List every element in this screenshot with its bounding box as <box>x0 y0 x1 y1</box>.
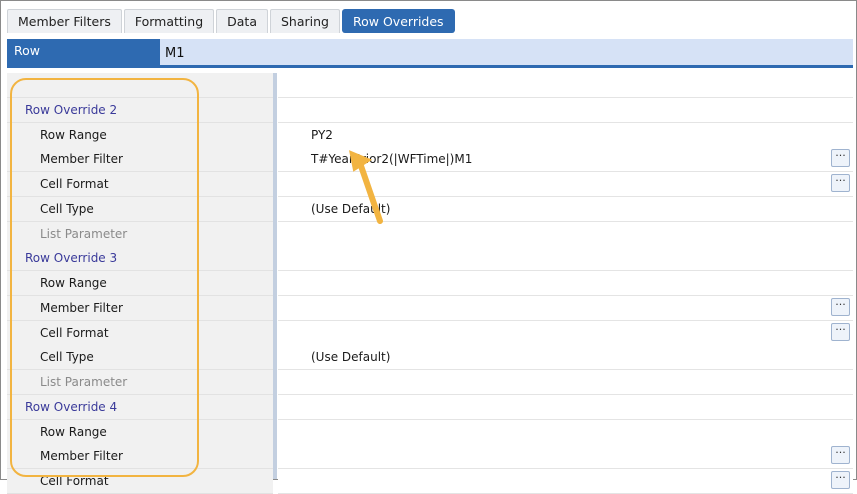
property-name-cell[interactable]: List Parameter <box>7 222 273 247</box>
property-value-cell[interactable] <box>278 246 853 271</box>
property-name-cell[interactable]: Cell Format <box>7 469 273 494</box>
ellipsis-button-icon[interactable]: ··· <box>831 149 850 167</box>
property-value-cell[interactable]: ··· <box>278 172 853 197</box>
property-value-cell[interactable]: (Use Default) <box>278 345 853 370</box>
property-name-cell[interactable]: Row Range <box>7 123 273 148</box>
property-row[interactable]: Cell Type (Use Default) <box>7 197 853 222</box>
property-value-cell[interactable]: ··· <box>278 296 853 321</box>
property-name-cell[interactable]: Cell Format <box>7 172 273 197</box>
property-label: List Parameter <box>40 375 128 389</box>
property-name-cell[interactable]: List Parameter <box>7 370 273 395</box>
property-name-cell[interactable] <box>7 73 273 98</box>
property-grid: Row Override 2 Row Range PY2 Member Filter T… <box>7 73 853 494</box>
tab-bar: Member Filters Formatting Data Sharing R… <box>7 9 455 34</box>
group-row[interactable]: Row Override 2 <box>7 98 853 123</box>
property-label: Cell Type <box>40 202 94 216</box>
property-row[interactable]: Cell Type (Use Default) <box>7 345 853 370</box>
property-name-cell[interactable]: Member Filter <box>7 296 273 321</box>
property-row[interactable]: Member Filter T#YearPrior2(|WFTime|)M1 ··· <box>7 147 853 172</box>
property-name-cell[interactable]: Row Override 4 <box>7 395 273 420</box>
group-label: Row Override 4 <box>25 400 118 414</box>
property-value-cell[interactable] <box>278 222 853 247</box>
property-row[interactable] <box>7 73 853 98</box>
property-name-cell[interactable]: Member Filter <box>7 444 273 469</box>
ellipsis-button-icon[interactable]: ··· <box>831 471 850 489</box>
group-row[interactable]: Row Override 3 <box>7 246 853 271</box>
property-row[interactable]: Row Range PY2 <box>7 123 853 148</box>
property-label: Member Filter <box>40 152 123 166</box>
property-row[interactable]: Cell Format ··· <box>7 469 853 494</box>
property-value: (Use Default) <box>311 350 391 364</box>
property-value: (Use Default) <box>311 202 391 216</box>
property-label: Member Filter <box>40 301 123 315</box>
row-header-label: Row <box>7 39 160 65</box>
property-label: Cell Format <box>40 177 109 191</box>
properties-panel: Member Filters Formatting Data Sharing R… <box>0 0 857 494</box>
tab-formatting[interactable]: Formatting <box>123 9 215 33</box>
property-name-cell[interactable]: Cell Type <box>7 345 273 370</box>
property-row[interactable]: List Parameter <box>7 370 853 395</box>
tab-data[interactable]: Data <box>216 9 268 33</box>
property-value-cell[interactable]: ··· <box>278 321 853 346</box>
property-name-cell[interactable]: Row Range <box>7 420 273 445</box>
property-row[interactable]: Member Filter ··· <box>7 296 853 321</box>
tab-row-overrides[interactable]: Row Overrides <box>342 9 455 33</box>
tab-member-filters[interactable]: Member Filters <box>7 9 122 33</box>
property-label: Row Range <box>40 276 107 290</box>
property-row[interactable]: Member Filter ··· <box>7 444 853 469</box>
ellipsis-button-icon[interactable]: ··· <box>831 174 850 192</box>
group-row[interactable]: Row Override 4 <box>7 395 853 420</box>
ellipsis-button-icon[interactable]: ··· <box>831 298 850 316</box>
property-value-cell[interactable] <box>278 370 853 395</box>
property-label: Cell Format <box>40 474 109 488</box>
property-value-cell[interactable]: ··· <box>278 444 853 469</box>
property-row[interactable]: Cell Format ··· <box>7 172 853 197</box>
property-row[interactable]: List Parameter <box>7 222 853 247</box>
property-value-cell[interactable]: (Use Default) <box>278 197 853 222</box>
property-value-cell[interactable] <box>278 73 853 98</box>
property-value-cell[interactable]: ··· <box>278 469 853 494</box>
property-label: Cell Type <box>40 350 94 364</box>
property-value-cell[interactable] <box>278 395 853 420</box>
property-name-cell[interactable]: Row Override 2 <box>7 98 273 123</box>
ellipsis-button-icon[interactable]: ··· <box>831 446 850 464</box>
property-label: Row Range <box>40 425 107 439</box>
property-row[interactable]: Row Range <box>7 271 853 296</box>
property-label: Cell Format <box>40 326 109 340</box>
property-label: List Parameter <box>40 227 128 241</box>
property-name-cell[interactable]: Row Override 3 <box>7 246 273 271</box>
tab-sharing[interactable]: Sharing <box>270 9 340 33</box>
ellipsis-button-icon[interactable]: ··· <box>831 323 850 341</box>
property-label: Row Range <box>40 128 107 142</box>
property-value: T#YearPrior2(|WFTime|)M1 <box>311 152 473 166</box>
property-name-cell[interactable]: Member Filter <box>7 147 273 172</box>
row-header: Row M1 <box>7 39 853 68</box>
property-value-cell[interactable]: T#YearPrior2(|WFTime|)M1 ··· <box>278 147 853 172</box>
property-name-cell[interactable]: Cell Type <box>7 197 273 222</box>
group-label: Row Override 3 <box>25 251 118 265</box>
property-name-cell[interactable]: Cell Format <box>7 321 273 346</box>
property-name-cell[interactable]: Row Range <box>7 271 273 296</box>
property-value: PY2 <box>311 128 333 142</box>
property-row[interactable]: Cell Format ··· <box>7 321 853 346</box>
row-header-value[interactable]: M1 <box>165 39 185 65</box>
property-value-cell[interactable] <box>278 420 853 445</box>
group-label: Row Override 2 <box>25 103 118 117</box>
property-value-cell[interactable] <box>278 271 853 296</box>
property-value-cell[interactable]: PY2 <box>278 123 853 148</box>
property-value-cell[interactable] <box>278 98 853 123</box>
property-row[interactable]: Row Range <box>7 420 853 445</box>
property-label: Member Filter <box>40 449 123 463</box>
